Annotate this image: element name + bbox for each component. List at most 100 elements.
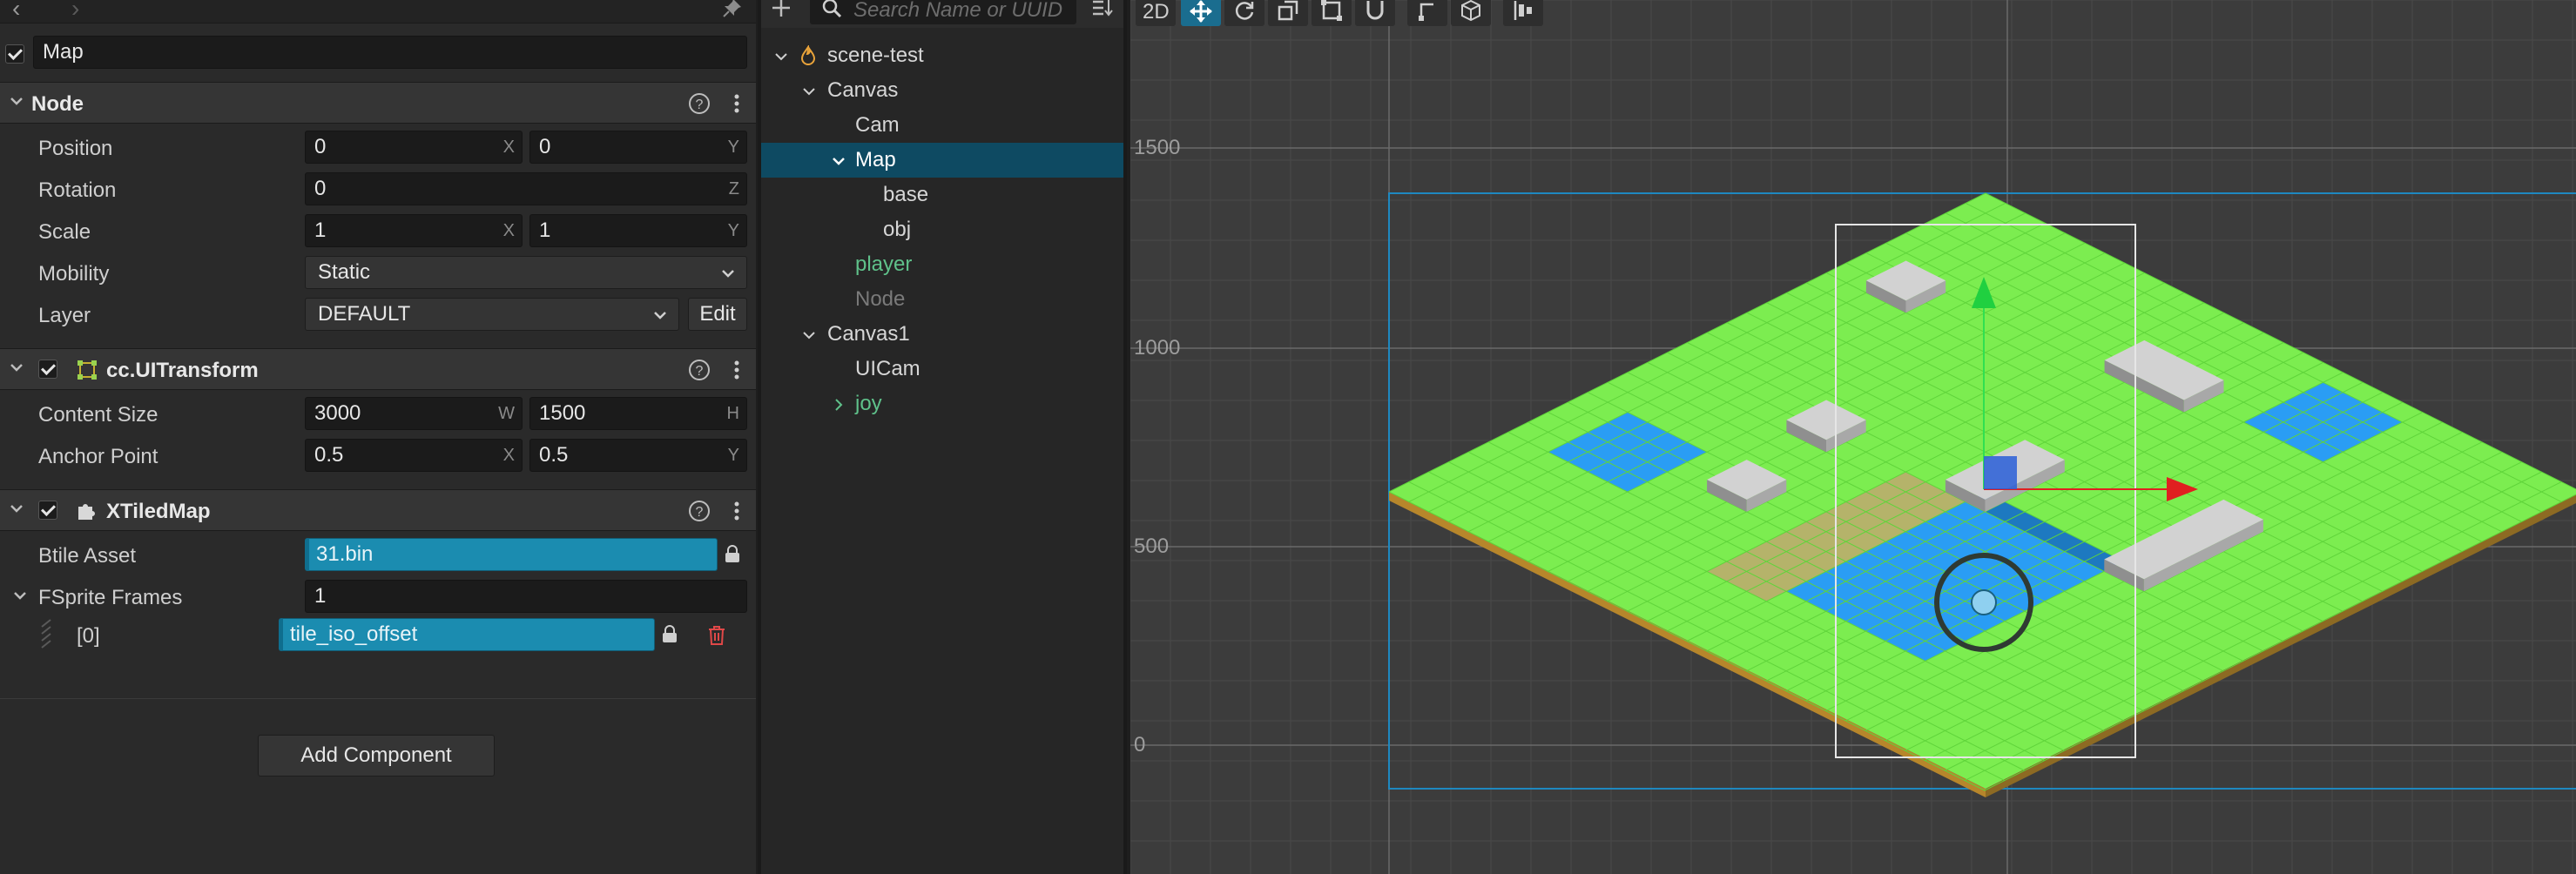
- tree-item-canvas[interactable]: Canvas: [761, 73, 1123, 108]
- tree-item-canvas1[interactable]: Canvas1: [761, 317, 1123, 352]
- tree-item-node[interactable]: Node: [761, 282, 1123, 317]
- tree-item-scene-test[interactable]: scene-test: [761, 38, 1123, 73]
- search-icon: [822, 0, 842, 18]
- xtiledmap-enabled-checkbox[interactable]: [38, 501, 57, 520]
- hierarchy-search-input[interactable]: Search Name or UUID: [810, 0, 1076, 24]
- mobility-value: Static: [318, 260, 371, 284]
- scene-view[interactable]: 1500 1000 500 0 2D: [1130, 0, 2576, 874]
- content-size-height-input[interactable]: 1500 H: [529, 397, 747, 430]
- pin-icon[interactable]: [721, 0, 744, 19]
- chevron-down-icon[interactable]: [12, 588, 28, 603]
- rotation-z-value: 0: [314, 177, 327, 200]
- rect-tool-button[interactable]: [1312, 0, 1352, 26]
- scene-flame-icon: [800, 45, 816, 65]
- pivot-icon: [1419, 3, 1433, 21]
- chevron-down-icon[interactable]: [801, 84, 817, 99]
- rotate-icon: [1235, 2, 1254, 20]
- chevron-right-icon[interactable]: [831, 397, 846, 413]
- help-icon[interactable]: ?: [688, 359, 711, 381]
- node-section-title: Node: [31, 92, 84, 116]
- scale-tool-button[interactable]: [1268, 0, 1308, 26]
- mobility-label: Mobility: [38, 262, 110, 286]
- add-component-button[interactable]: Add Component: [258, 735, 495, 777]
- help-icon[interactable]: ?: [688, 500, 711, 522]
- content-size-width-input[interactable]: 3000 W: [305, 397, 523, 430]
- svg-text:?: ?: [696, 97, 704, 112]
- gizmo-xy-plane[interactable]: [1984, 456, 2017, 489]
- layer-select[interactable]: DEFAULT: [305, 298, 679, 331]
- asset-locate-icon[interactable]: [660, 625, 679, 644]
- xtiledmap-section-header[interactable]: XTiledMap ?: [0, 489, 756, 531]
- frame-0-index-label: [0]: [77, 624, 100, 648]
- rotate-tool-button[interactable]: [1224, 0, 1264, 26]
- anchor-y-input[interactable]: 0.5 Y: [529, 439, 747, 472]
- axis-label-0: 0: [1134, 733, 1146, 756]
- btile-asset-field[interactable]: 31.bin: [305, 538, 718, 571]
- add-node-icon[interactable]: [770, 0, 792, 19]
- chevron-down-icon[interactable]: [831, 153, 846, 169]
- mode-2d-button[interactable]: 2D: [1136, 0, 1176, 26]
- scale-x-value: 1: [314, 218, 327, 242]
- more-options-icon[interactable]: [728, 499, 745, 523]
- layer-label: Layer: [38, 304, 91, 327]
- y-suffix: Y: [727, 138, 739, 157]
- drag-handle-icon[interactable]: [40, 618, 52, 649]
- asset-locate-icon[interactable]: [723, 545, 742, 564]
- uitransform-section-header[interactable]: cc.UITransform ?: [0, 348, 756, 390]
- chevron-down-icon[interactable]: [7, 358, 26, 377]
- frame-0-asset-field[interactable]: tile_iso_offset: [279, 618, 655, 651]
- layer-edit-button[interactable]: Edit: [688, 298, 747, 331]
- back-arrow-icon[interactable]: ‹: [12, 0, 20, 23]
- snap-tool-button[interactable]: [1355, 0, 1395, 26]
- svg-text:?: ?: [696, 505, 704, 520]
- trash-icon[interactable]: [707, 625, 726, 646]
- tree-item-obj[interactable]: obj: [761, 212, 1123, 247]
- tree-item-cam[interactable]: Cam: [761, 108, 1123, 143]
- tree-item-label: player: [855, 252, 913, 276]
- scene-canvas[interactable]: [1130, 0, 2576, 874]
- content-size-label: Content Size: [38, 403, 158, 427]
- scale-y-input[interactable]: 1Y: [529, 214, 747, 247]
- coordinate-toggle-button[interactable]: [1451, 0, 1491, 26]
- content-width-value: 3000: [314, 401, 361, 425]
- forward-arrow-icon[interactable]: ›: [71, 0, 79, 23]
- chevron-down-icon[interactable]: [7, 499, 26, 518]
- move-tool-button[interactable]: [1181, 0, 1221, 26]
- position-y-input[interactable]: 0Y: [529, 131, 747, 164]
- position-x-input[interactable]: 0X: [305, 131, 523, 164]
- node-active-checkbox[interactable]: [5, 44, 24, 64]
- tree-item-map[interactable]: Map: [761, 143, 1123, 178]
- h-suffix: H: [726, 404, 739, 423]
- tree-item-uicam[interactable]: UICam: [761, 352, 1123, 387]
- node-name-input[interactable]: Map: [33, 36, 747, 69]
- sort-list-icon[interactable]: [1090, 0, 1115, 19]
- chevron-down-icon[interactable]: [801, 327, 817, 343]
- mobility-select[interactable]: Static: [305, 256, 747, 289]
- magnet-icon: [1366, 1, 1384, 20]
- uitransform-section-title: cc.UITransform: [106, 359, 259, 382]
- rotation-label: Rotation: [38, 178, 117, 202]
- uitransform-enabled-checkbox[interactable]: [38, 360, 57, 379]
- position-label: Position: [38, 137, 113, 160]
- position-x-value: 0: [314, 135, 327, 158]
- pivot-toggle-button[interactable]: [1407, 0, 1447, 26]
- tree-item-base[interactable]: base: [761, 178, 1123, 212]
- joystick-knob[interactable]: [1971, 589, 1997, 615]
- fsprite-frames-count-input[interactable]: 1: [305, 580, 747, 613]
- inspector-toolbar: ‹ ›: [0, 0, 756, 24]
- align-tool-button[interactable]: [1503, 0, 1543, 26]
- chevron-down-icon[interactable]: [773, 49, 789, 64]
- chevron-down-icon[interactable]: [7, 91, 26, 111]
- tree-item-player[interactable]: player: [761, 247, 1123, 282]
- scale-y-value: 1: [539, 218, 551, 242]
- tree-item-joy[interactable]: joy: [761, 387, 1123, 421]
- help-icon[interactable]: ?: [688, 92, 711, 115]
- scale-x-input[interactable]: 1X: [305, 214, 523, 247]
- anchor-x-input[interactable]: 0.5 X: [305, 439, 523, 472]
- more-options-icon[interactable]: [728, 358, 745, 382]
- more-options-icon[interactable]: [728, 91, 745, 116]
- anchor-x-value: 0.5: [314, 443, 344, 467]
- node-section-header[interactable]: Node ?: [0, 82, 756, 124]
- rotation-z-input[interactable]: 0Z: [305, 172, 747, 205]
- scene-toolbar: 2D: [1130, 0, 1566, 26]
